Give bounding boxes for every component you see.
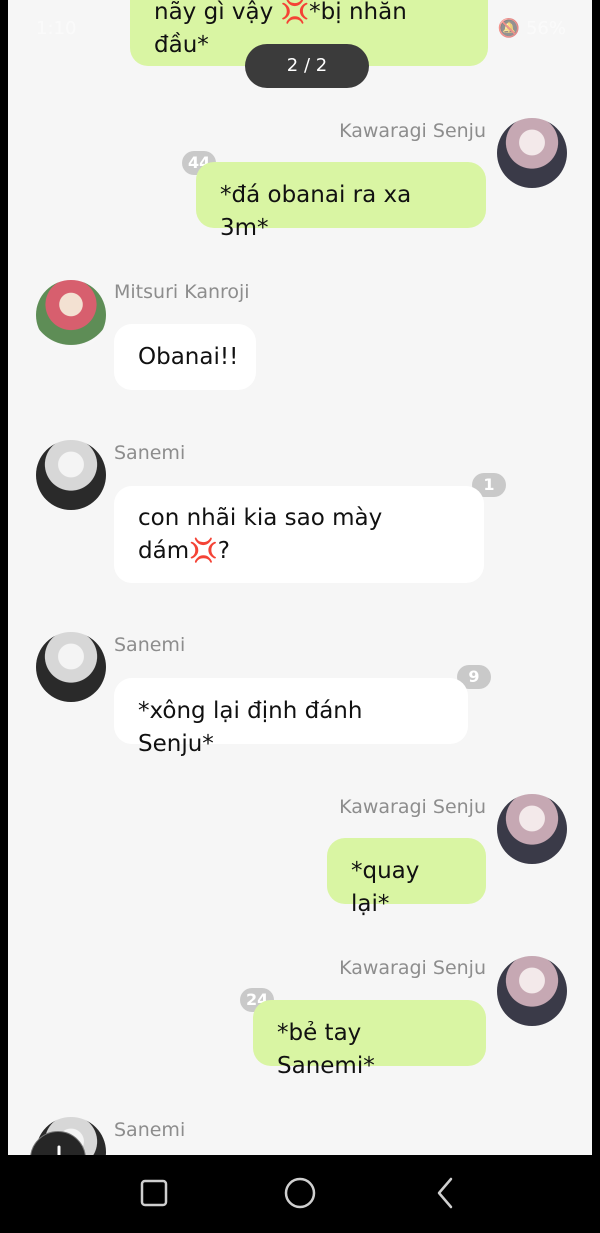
avatar[interactable] xyxy=(497,956,567,1026)
message-bubble[interactable]: *bẻ tay Sanemi* xyxy=(253,1000,486,1079)
recent-apps-icon xyxy=(140,1179,168,1207)
avatar[interactable] xyxy=(36,632,106,702)
back-icon xyxy=(437,1177,453,1209)
page-indicator: 2 / 2 xyxy=(245,44,369,88)
sender-name: Kawaragi Senju xyxy=(339,957,486,979)
navigation-bar xyxy=(0,1155,600,1233)
home-icon xyxy=(284,1177,316,1209)
message-line: con nhãi kia sao mày xyxy=(138,505,383,531)
sender-name: Mitsuri Kanroji xyxy=(114,281,250,303)
message-bubble[interactable]: con nhãi kia sao mày dám💢? xyxy=(114,486,484,583)
back-button[interactable] xyxy=(424,1171,468,1215)
message-text: *bẻ tay Sanemi* xyxy=(277,1020,375,1079)
message-text: Obanai!! xyxy=(138,344,239,370)
avatar[interactable] xyxy=(497,118,567,188)
message-text: *xông lại định đánh Senju* xyxy=(138,698,363,757)
home-button[interactable] xyxy=(278,1171,322,1215)
message-text: *quay lại* xyxy=(351,858,420,917)
sender-name: Sanemi xyxy=(114,442,186,464)
message-bubble[interactable]: *đá obanai ra xa 3m* xyxy=(196,162,486,241)
avatar[interactable] xyxy=(497,794,567,864)
message-bubble[interactable]: *xông lại định đánh Senju* xyxy=(114,678,468,757)
sender-name: Kawaragi Senju xyxy=(339,796,486,818)
message-line: nãy gì vậy 💢*bị nhăn xyxy=(154,0,407,25)
sender-name: Kawaragi Senju xyxy=(339,120,486,142)
recent-apps-button[interactable] xyxy=(132,1171,176,1215)
sender-name: Sanemi xyxy=(114,1119,186,1141)
status-time: 1:10 xyxy=(36,18,77,39)
message-line: dám💢? xyxy=(138,538,230,564)
status-indicators: 🔕 56% xyxy=(497,18,566,39)
message-text: *đá obanai ra xa 3m* xyxy=(220,182,412,241)
message-bubble[interactable]: Obanai!! xyxy=(114,324,256,390)
avatar[interactable] xyxy=(36,280,106,350)
chat-screen: 1:10 🔕 56% nãy gì vậy 💢*bị nhăn đầu* 2 /… xyxy=(8,0,592,1155)
avatar[interactable] xyxy=(36,440,106,510)
message-bubble[interactable]: *quay lại* xyxy=(327,838,486,917)
sender-name: Sanemi xyxy=(114,634,186,656)
